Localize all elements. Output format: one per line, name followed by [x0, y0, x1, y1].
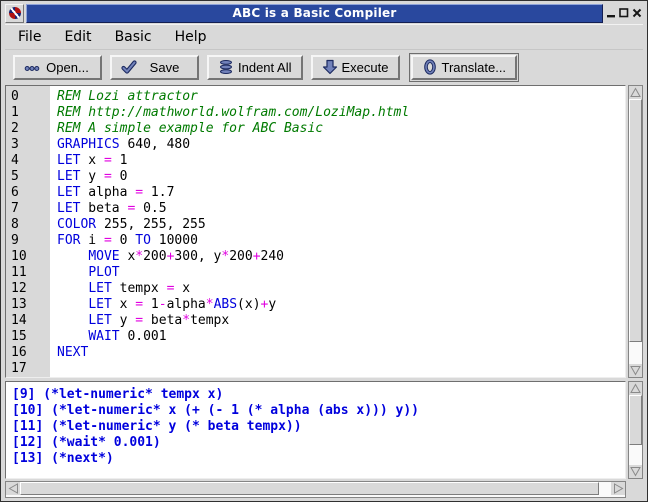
output-line: [9] (*let-numeric* tempx x) — [12, 387, 625, 403]
scroll-right-arrow-icon[interactable] — [611, 482, 625, 495]
titlebar-row: ABC is a Basic Compiler — [5, 4, 643, 23]
hscroll-thumb[interactable] — [20, 482, 599, 495]
code-line: MOVE x*200+300, y*200+240 — [57, 249, 625, 265]
code-editor[interactable]: REM Lozi attractorREM http://mathworld.w… — [50, 86, 625, 377]
translate-button-label: Translate... — [442, 60, 507, 75]
line-number: 4 — [11, 153, 50, 169]
close-button[interactable] — [632, 8, 642, 18]
indent-all-button-label: Indent All — [238, 60, 292, 75]
open-dots-icon — [24, 59, 40, 75]
code-line: COLOR 255, 255, 255 — [57, 217, 625, 233]
code-line — [57, 361, 625, 377]
menu-edit[interactable]: Edit — [61, 27, 94, 47]
close-icon — [632, 8, 642, 18]
app-icon — [9, 7, 21, 19]
code-line: LET y = beta*tempx — [57, 313, 625, 329]
scroll-up-arrow-icon[interactable] — [629, 382, 642, 395]
code-line: FOR i = 0 TO 10000 — [57, 233, 625, 249]
line-number: 8 — [11, 217, 50, 233]
line-number: 3 — [11, 137, 50, 153]
line-number: 10 — [11, 249, 50, 265]
minimize-button[interactable] — [606, 8, 616, 18]
window-title: ABC is a Basic Compiler — [233, 6, 397, 20]
code-line: REM http://mathworld.wolfram.com/LoziMap… — [57, 105, 625, 121]
line-number: 16 — [11, 345, 50, 361]
editor-row: 01234567891011121314151617 REM Lozi attr… — [5, 85, 643, 378]
window-menu-button[interactable] — [5, 4, 24, 23]
menu-help[interactable]: Help — [172, 27, 210, 47]
line-number: 9 — [11, 233, 50, 249]
app-window: ABC is a Basic Compiler File Edit Basic … — [0, 0, 648, 502]
output-line: [11] (*let-numeric* y (* beta tempx)) — [12, 419, 625, 435]
menubar: File Edit Basic Help — [5, 24, 643, 50]
line-number: 15 — [11, 329, 50, 345]
minimize-icon — [607, 9, 616, 18]
check-icon — [121, 59, 137, 75]
code-line: REM Lozi attractor — [57, 89, 625, 105]
code-line: PLOT — [57, 265, 625, 281]
code-line: GRAPHICS 640, 480 — [57, 137, 625, 153]
menu-file[interactable]: File — [15, 27, 44, 47]
maximize-icon — [619, 8, 629, 18]
code-line: LET tempx = x — [57, 281, 625, 297]
open-button[interactable]: Open... — [13, 55, 102, 80]
toolbar: Open... Save Indent All Execute — [5, 50, 643, 84]
line-number: 13 — [11, 297, 50, 313]
scroll-left-arrow-icon[interactable] — [6, 482, 20, 495]
line-number: 0 — [11, 89, 50, 105]
line-number: 1 — [11, 105, 50, 121]
output-line: [13] (*next*) — [12, 451, 625, 467]
output-frame: [9] (*let-numeric* tempx x)[10] (*let-nu… — [5, 381, 626, 479]
code-line: NEXT — [57, 345, 625, 361]
line-number: 7 — [11, 201, 50, 217]
execute-button[interactable]: Execute — [311, 55, 400, 80]
output-line: [12] (*wait* 0.001) — [12, 435, 625, 451]
open-button-label: Open... — [44, 60, 91, 75]
indent-stack-icon — [218, 59, 234, 75]
scroll-down-arrow-icon[interactable] — [629, 465, 642, 478]
menu-basic[interactable]: Basic — [112, 27, 155, 47]
code-line: LET x = 1-alpha*ABS(x)+y — [57, 297, 625, 313]
line-number: 12 — [11, 281, 50, 297]
line-number-gutter: 01234567891011121314151617 — [6, 86, 50, 377]
line-number: 2 — [11, 121, 50, 137]
line-number: 6 — [11, 185, 50, 201]
line-number: 5 — [11, 169, 50, 185]
scroll-up-arrow-icon[interactable] — [629, 86, 642, 99]
code-line: LET beta = 0.5 — [57, 201, 625, 217]
output-vscroll-thumb[interactable] — [629, 395, 642, 445]
line-number: 11 — [11, 265, 50, 281]
editor-frame: 01234567891011121314151617 REM Lozi attr… — [5, 85, 626, 378]
editor-vscroll-thumb[interactable] — [629, 99, 642, 342]
code-line: REM A simple example for ABC Basic — [57, 121, 625, 137]
code-line: LET x = 1 — [57, 153, 625, 169]
line-number: 17 — [11, 361, 50, 377]
ring-icon — [422, 59, 438, 75]
translation-output[interactable]: [9] (*let-numeric* tempx x)[10] (*let-nu… — [6, 382, 625, 478]
output-vscrollbar[interactable] — [628, 381, 643, 479]
code-line: LET y = 0 — [57, 169, 625, 185]
code-line: LET alpha = 1.7 — [57, 185, 625, 201]
code-line: WAIT 0.001 — [57, 329, 625, 345]
save-button-label: Save — [141, 60, 188, 75]
editor-vscrollbar[interactable] — [628, 85, 643, 378]
window-controls — [605, 4, 643, 23]
hscrollbar[interactable] — [5, 481, 626, 498]
arrow-down-icon — [322, 59, 338, 75]
indent-all-button[interactable]: Indent All — [207, 55, 303, 80]
maximize-button[interactable] — [619, 8, 629, 18]
scroll-down-arrow-icon[interactable] — [629, 364, 642, 377]
translate-button[interactable]: Translate... — [411, 55, 518, 80]
execute-button-label: Execute — [342, 60, 389, 75]
output-line: [10] (*let-numeric* x (+ (- 1 (* alpha (… — [12, 403, 625, 419]
output-row: [9] (*let-numeric* tempx x)[10] (*let-nu… — [5, 381, 643, 479]
line-number: 14 — [11, 313, 50, 329]
titlebar[interactable]: ABC is a Basic Compiler — [26, 4, 603, 23]
save-button[interactable]: Save — [110, 55, 199, 80]
